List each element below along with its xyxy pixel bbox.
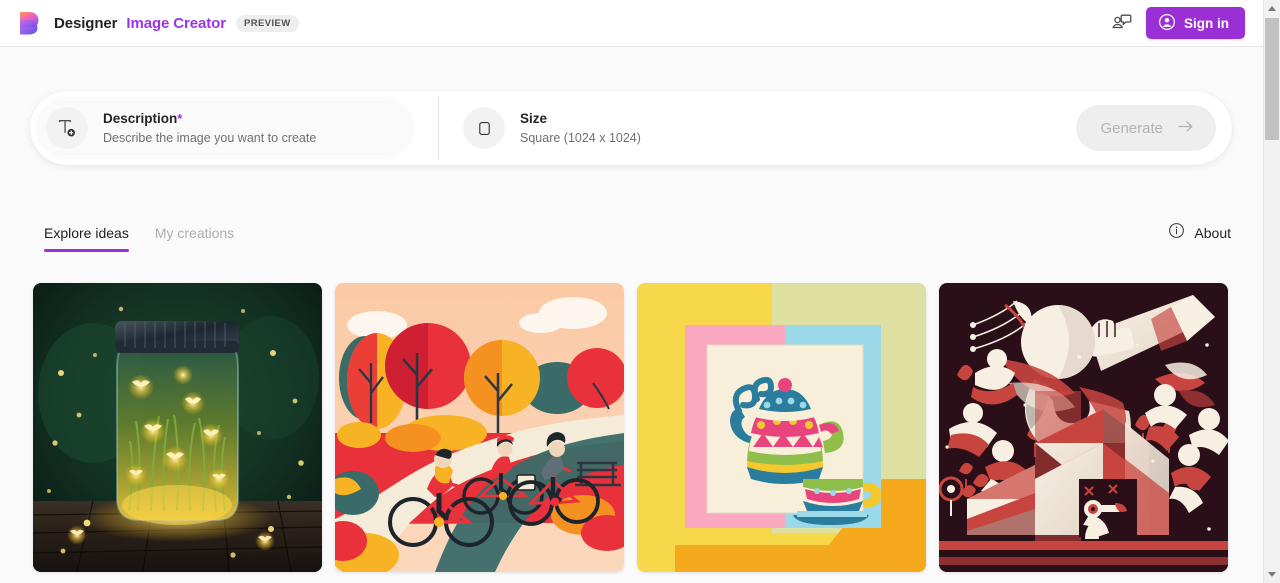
sign-in-label: Sign in — [1184, 15, 1229, 31]
gallery-card-fireflies-in-jar[interactable] — [33, 283, 322, 572]
brand-area[interactable]: Designer Image Creator PREVIEW — [16, 10, 299, 36]
generate-button[interactable]: Generate — [1076, 105, 1216, 151]
description-label: Description* — [103, 110, 183, 126]
size-label: Size — [520, 110, 548, 126]
person-circle-icon — [1158, 13, 1176, 34]
header-actions: Sign in — [1110, 7, 1263, 39]
idea-gallery — [33, 283, 1233, 583]
description-input[interactable]: Description* Describe the image you want… — [36, 97, 414, 159]
preview-badge: PREVIEW — [235, 14, 299, 32]
tab-explore-ideas[interactable]: Explore ideas — [44, 225, 129, 252]
feedback-chat-icon[interactable] — [1110, 12, 1132, 34]
tab-my-creations-label: My creations — [154, 225, 235, 241]
content-tabs: Explore ideas My creations — [44, 225, 234, 252]
product-title: Image Creator — [126, 14, 226, 32]
arrow-right-icon — [1175, 116, 1196, 141]
required-asterisk: * — [177, 110, 183, 126]
gallery-card-abstract-trumpet-figures[interactable] — [939, 283, 1228, 572]
scrollbar-thumb[interactable] — [1265, 18, 1279, 140]
size-selector[interactable]: Size Square (1024 x 1024) — [453, 91, 641, 165]
brand-title: Designer — [54, 14, 118, 32]
size-value: Square (1024 x 1024) — [520, 130, 641, 145]
prompt-bar-divider — [438, 96, 439, 160]
square-shape-icon — [463, 107, 505, 149]
generate-label: Generate — [1100, 119, 1163, 137]
text-add-icon — [46, 107, 88, 149]
prompt-bar: Description* Describe the image you want… — [30, 91, 1232, 165]
page-scrollbar[interactable] — [1263, 0, 1280, 583]
designer-logo-icon — [16, 10, 42, 36]
tab-my-creations[interactable]: My creations — [155, 225, 234, 252]
sign-in-button[interactable]: Sign in — [1146, 7, 1245, 39]
description-placeholder: Describe the image you want to create — [103, 130, 317, 145]
tab-explore-ideas-label: Explore ideas — [44, 225, 129, 241]
content-tabs-row: Explore ideas My creations About — [0, 222, 1263, 255]
gallery-card-papercraft-teapot[interactable] — [637, 283, 926, 572]
scroll-down-arrow-icon[interactable] — [1264, 566, 1280, 583]
gallery-card-cyclists-in-autumn-park[interactable] — [335, 283, 624, 572]
scroll-up-arrow-icon[interactable] — [1264, 0, 1280, 17]
size-text: Size Square (1024 x 1024) — [520, 110, 641, 147]
about-link[interactable]: About — [1168, 222, 1231, 255]
description-text: Description* Describe the image you want… — [103, 110, 316, 147]
about-label: About — [1194, 225, 1231, 241]
app-header: Designer Image Creator PREVIEW Sign in — [0, 0, 1263, 47]
info-circle-icon — [1168, 222, 1185, 244]
